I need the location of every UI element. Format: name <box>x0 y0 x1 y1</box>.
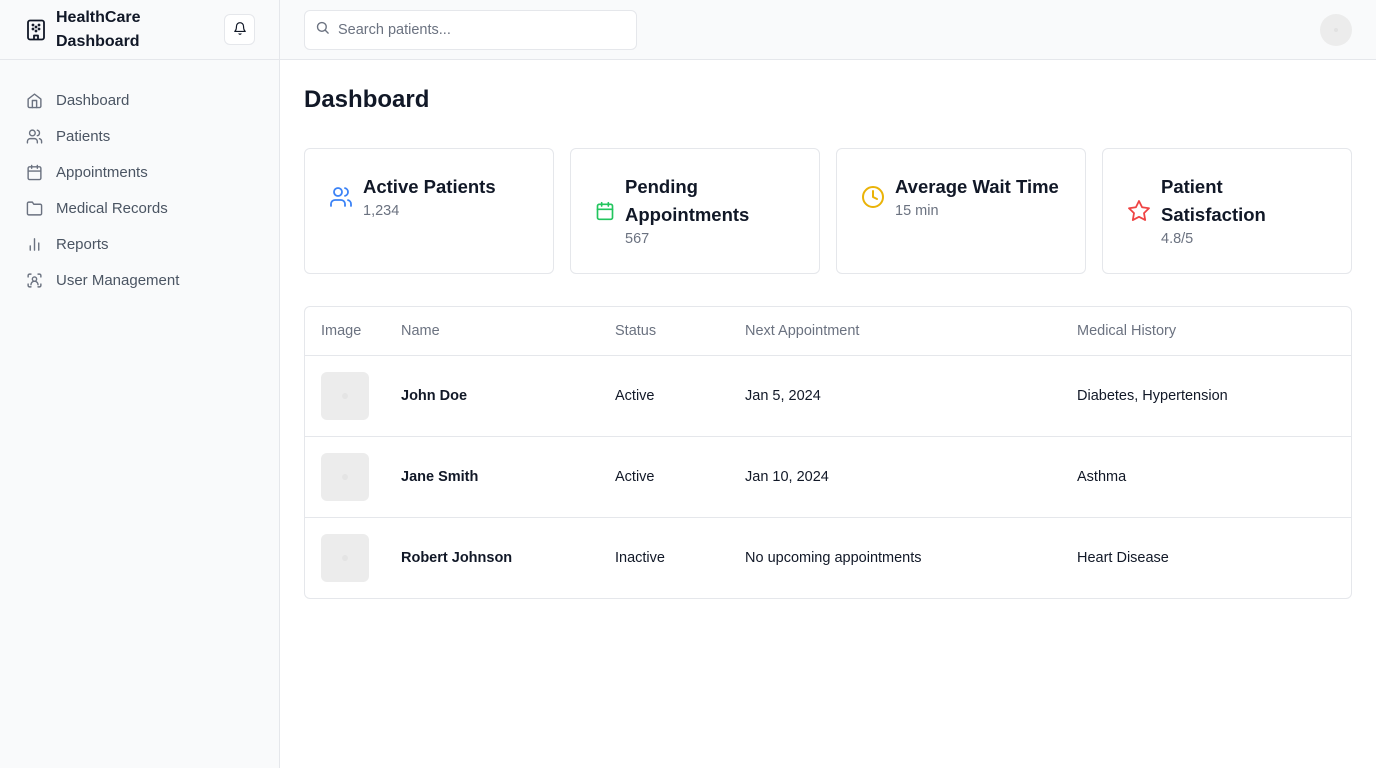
calendar-icon <box>26 164 43 181</box>
stat-value: 4.8/5 <box>1161 231 1194 247</box>
calendar-icon <box>595 199 615 223</box>
stat-title: Patient Satisfaction <box>1161 176 1266 225</box>
clock-icon <box>861 185 885 209</box>
page-title: Dashboard <box>304 86 430 113</box>
stat-card-average-wait-time: Average Wait Time 15 min <box>836 148 1086 274</box>
scan-user-icon <box>26 272 43 289</box>
stat-title: Pending Appointments <box>625 176 750 225</box>
image-cell <box>305 517 385 598</box>
table-row[interactable]: John Doe Active Jan 5, 2024 Diabetes, Hy… <box>305 355 1351 437</box>
table-header-row: Image Name Status Next Appointment Medic… <box>305 307 1351 356</box>
sidebar-item-patients[interactable]: Patients <box>26 118 263 154</box>
sidebar-item-medical-records[interactable]: Medical Records <box>26 190 263 226</box>
sidebar-item-appointments[interactable]: Appointments <box>26 154 263 190</box>
patients-table: Image Name Status Next Appointment Medic… <box>304 306 1352 599</box>
patient-status: Inactive <box>615 549 665 566</box>
notifications-button[interactable] <box>224 14 255 45</box>
sidebar-item-label: Dashboard <box>56 91 130 109</box>
home-icon <box>26 92 43 109</box>
sidebar-item-label: Patients <box>56 127 111 145</box>
medical-history: Heart Disease <box>1077 549 1169 566</box>
sidebar-item-label: Appointments <box>56 163 148 181</box>
table-row[interactable]: Robert Johnson Inactive No upcoming appo… <box>305 517 1351 598</box>
table-row[interactable]: Jane Smith Active Jan 10, 2024 Asthma <box>305 436 1351 518</box>
brand-title: HealthCare Dashboard <box>56 8 141 50</box>
sidebar-item-label: Medical Records <box>56 199 168 217</box>
search-icon <box>315 20 330 40</box>
image-cell <box>305 436 385 518</box>
patient-name: Robert Johnson <box>401 549 513 566</box>
sidebar-item-user-management[interactable]: User Management <box>26 262 263 298</box>
column-header-medical-history: Medical History <box>1061 307 1351 356</box>
next-appointment: Jan 5, 2024 <box>729 355 1061 437</box>
patient-image <box>321 452 369 501</box>
app-root: HealthCare Dashboard Dashboard Patients … <box>0 0 1376 768</box>
stat-card-active-patients: Active Patients 1,234 <box>304 148 554 274</box>
stat-card-pending-appointments: Pending Appointments 567 <box>570 148 820 274</box>
next-appointment: No upcoming appointments <box>745 549 922 566</box>
medical-history: Diabetes, Hypertension <box>1061 355 1351 437</box>
patient-status: Active <box>599 436 729 518</box>
bar-chart-icon <box>26 236 43 253</box>
top-bar <box>280 0 1376 60</box>
image-cell <box>305 355 385 437</box>
medical-history: Asthma <box>1061 436 1351 518</box>
users-icon <box>26 128 43 145</box>
stat-value: 567 <box>625 231 650 247</box>
avatar[interactable] <box>1320 13 1352 46</box>
folder-icon <box>26 200 43 217</box>
sidebar-item-dashboard[interactable]: Dashboard <box>26 82 263 118</box>
search-input[interactable] <box>338 21 618 38</box>
brand-bar: HealthCare Dashboard <box>0 0 279 60</box>
search-box[interactable] <box>304 9 637 50</box>
bell-icon <box>233 21 247 39</box>
sidebar-nav: Dashboard Patients Appointments Medical … <box>0 60 279 298</box>
stats-row: Active Patients 1,234 Pending Appointmen… <box>304 148 1352 274</box>
star-icon <box>1127 199 1151 223</box>
sidebar-item-label: User Management <box>56 271 180 289</box>
sidebar-item-label: Reports <box>56 235 109 253</box>
column-header-image: Image <box>305 307 385 356</box>
patient-name: John Doe <box>385 355 599 437</box>
brand[interactable]: HealthCare Dashboard <box>26 6 166 54</box>
patient-name: Jane Smith <box>385 436 599 518</box>
stat-title: Average Wait Time <box>895 176 1059 197</box>
sidebar-item-reports[interactable]: Reports <box>26 226 263 262</box>
column-header-name: Name <box>385 307 599 356</box>
building-icon <box>26 19 46 41</box>
stat-value: 1,234 <box>363 203 400 219</box>
stat-card-patient-satisfaction: Patient Satisfaction 4.8/5 <box>1102 148 1352 274</box>
stat-title: Active Patients <box>363 176 496 197</box>
content: Dashboard Active Patients 1,234 Pending … <box>280 60 1376 599</box>
users-icon <box>329 185 353 209</box>
patient-image <box>321 371 369 420</box>
main-area: Dashboard Active Patients 1,234 <box>280 0 1376 768</box>
patient-image <box>321 533 369 582</box>
patient-status: Active <box>599 355 729 437</box>
stat-value: 15 min <box>895 203 939 219</box>
next-appointment: Jan 10, 2024 <box>729 436 1061 518</box>
column-header-next-appointment: Next Appointment <box>729 307 1061 356</box>
sidebar: HealthCare Dashboard Dashboard Patients … <box>0 0 280 768</box>
column-header-status: Status <box>599 307 729 356</box>
